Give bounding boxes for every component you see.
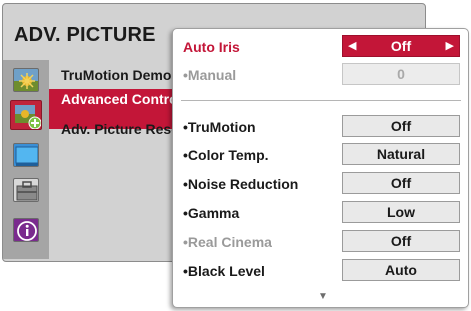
menu-item-adv-picture-reset[interactable]: Adv. Picture Reset (61, 121, 184, 137)
category-icon-strip (3, 60, 49, 259)
color-temp-label: •Color Temp. (183, 147, 269, 163)
scroll-down-icon[interactable]: ▼ (318, 291, 328, 302)
black-level-value[interactable]: Auto (342, 259, 460, 281)
trumotion-value[interactable]: Off (342, 115, 460, 137)
row-real-cinema[interactable]: •Real Cinema Off (173, 229, 468, 255)
picture-settings-icon[interactable] (10, 100, 42, 130)
color-temp-value[interactable]: Natural (342, 143, 460, 165)
left-arrow-icon[interactable]: ◀ (348, 36, 356, 56)
noise-reduction-label: •Noise Reduction (183, 176, 299, 192)
menu-item-trumotion-demo[interactable]: TruMotion Demo (61, 67, 171, 83)
right-arrow-icon[interactable]: ▶ (446, 36, 454, 56)
real-cinema-label: •Real Cinema (183, 234, 272, 250)
row-gamma[interactable]: •Gamma Low (173, 200, 468, 226)
toolbox-icon[interactable] (13, 178, 39, 202)
auto-iris-label: Auto Iris (183, 39, 240, 55)
trumotion-label: •TruMotion (183, 119, 256, 135)
landscape-icon[interactable] (13, 68, 39, 92)
auto-iris-value[interactable]: ◀ Off ▶ (342, 35, 460, 57)
menu-title: ADV. PICTURE (14, 24, 156, 46)
gamma-value[interactable]: Low (342, 201, 460, 223)
screen-icon[interactable] (13, 143, 39, 167)
row-noise-reduction[interactable]: •Noise Reduction Off (173, 171, 468, 197)
auto-iris-value-text: Off (390, 38, 412, 54)
gamma-label: •Gamma (183, 205, 240, 221)
row-trumotion[interactable]: •TruMotion Off (173, 114, 468, 140)
row-manual: •Manual 0 (173, 62, 468, 88)
row-auto-iris[interactable]: Auto Iris ◀ Off ▶ (173, 34, 468, 60)
black-level-label: •Black Level (183, 263, 265, 279)
advanced-control-submenu: Auto Iris ◀ Off ▶ •Manual 0 •TruMotion O… (172, 28, 469, 308)
row-black-level[interactable]: •Black Level Auto (173, 258, 468, 284)
manual-label: •Manual (183, 67, 237, 83)
real-cinema-value[interactable]: Off (342, 230, 460, 252)
manual-value: 0 (342, 63, 460, 85)
divider (181, 100, 461, 101)
noise-reduction-value[interactable]: Off (342, 172, 460, 194)
info-icon[interactable] (13, 218, 39, 242)
row-color-temp[interactable]: •Color Temp. Natural (173, 142, 468, 168)
